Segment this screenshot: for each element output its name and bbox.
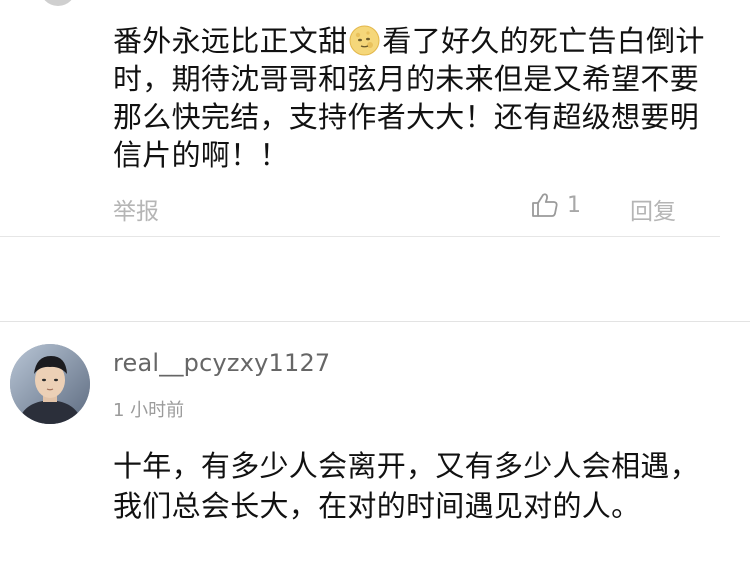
user-avatar[interactable] (10, 344, 90, 424)
comment-text-part1: 番外永远比正文甜 (113, 24, 348, 58)
like-count: 1 (567, 192, 581, 218)
comment-text: 番外永远比正文甜 看了好久的死亡告白倒计时，期待沈哥哥和弦月的未来但是又希望不要那… (113, 22, 713, 174)
report-button[interactable]: 举报 (113, 192, 159, 226)
divider (0, 321, 750, 322)
moon-face-emoji-icon (349, 25, 380, 56)
comment-actions: 举报 1 回复 (113, 192, 693, 226)
username[interactable]: real__pcyzxy1127 (113, 349, 330, 377)
section-gap (0, 237, 750, 321)
timestamp: 1 小时前 (113, 400, 185, 421)
reply-button[interactable]: 回复 (630, 192, 676, 226)
like-button[interactable]: 1 (531, 192, 581, 218)
previous-commenter-avatar[interactable] (40, 0, 76, 6)
comment-text: 十年，有多少人会离开，又有多少人会相遇，我们总会长大，在对的时间遇见对的人。 (113, 449, 700, 523)
thumbs-up-icon[interactable] (531, 192, 559, 218)
